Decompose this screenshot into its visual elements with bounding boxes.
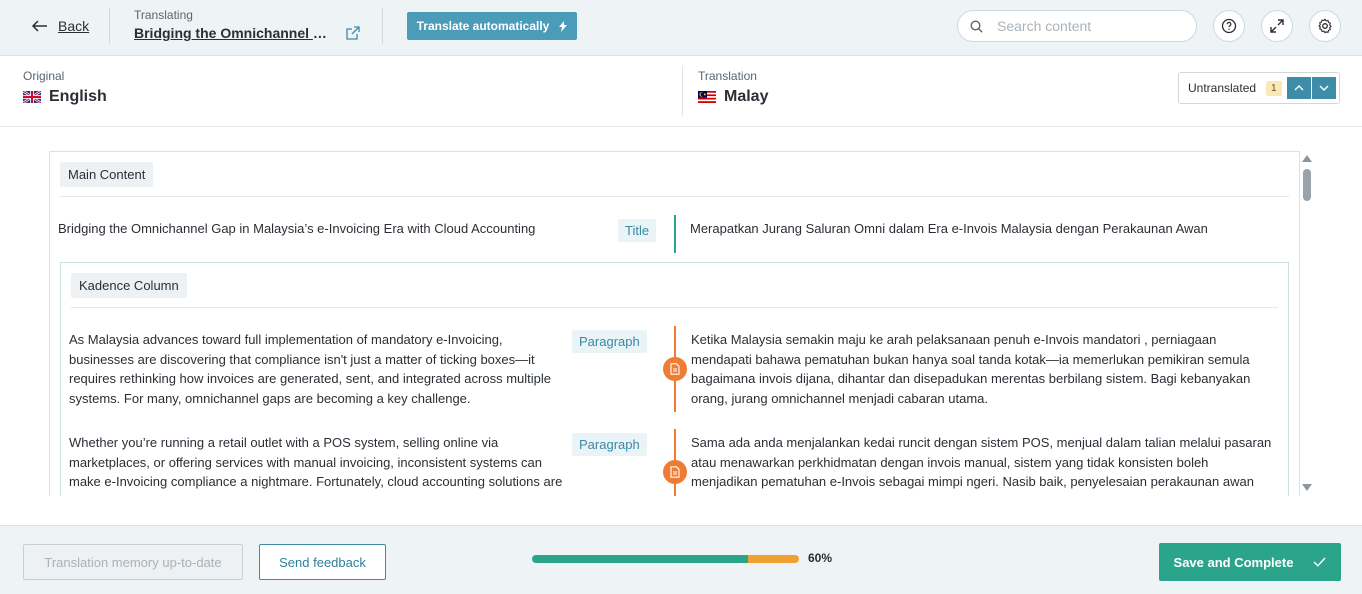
scroll-down-arrow[interactable] bbox=[1302, 484, 1312, 491]
footer-bar: Translation memory up-to-date Send feedb… bbox=[0, 525, 1362, 594]
divider bbox=[382, 8, 383, 44]
document-icon bbox=[670, 363, 680, 375]
chevron-up-icon bbox=[1294, 85, 1304, 91]
title-target-text[interactable]: Merapatkan Jurang Saluran Omni dalam Era… bbox=[690, 219, 1280, 239]
progress-percent: 60% bbox=[808, 551, 833, 565]
divider bbox=[60, 196, 1289, 197]
settings-button[interactable] bbox=[1309, 10, 1341, 42]
original-label: Original bbox=[23, 69, 65, 83]
divider bbox=[109, 8, 110, 44]
chevron-down-icon bbox=[1319, 85, 1329, 91]
progress-translated-fill bbox=[532, 555, 749, 563]
malaysia-flag-icon bbox=[698, 91, 716, 103]
translating-info: Translating Bridging the Omnichannel Gap… bbox=[134, 8, 360, 41]
help-icon bbox=[1221, 18, 1237, 34]
back-label: Back bbox=[58, 18, 90, 34]
document-icon bbox=[670, 466, 680, 478]
title-source-text: Bridging the Omnichannel Gap in Malaysia… bbox=[58, 221, 536, 236]
kadence-column-tag: Kadence Column bbox=[71, 273, 187, 298]
untranslated-filter[interactable]: Untranslated 1 bbox=[1178, 72, 1340, 104]
untranslated-count-badge: 1 bbox=[1266, 80, 1282, 96]
original-language-name: English bbox=[49, 88, 107, 105]
check-icon bbox=[1313, 557, 1326, 567]
search-input[interactable] bbox=[997, 18, 1177, 34]
translate-automatically-button[interactable]: Translate automatically bbox=[407, 12, 577, 40]
translation-language: Translation Malay bbox=[698, 69, 768, 106]
translating-label: Translating bbox=[134, 8, 193, 22]
untranslated-label: Untranslated bbox=[1188, 81, 1257, 95]
translated-status-bar bbox=[674, 215, 676, 253]
expand-icon bbox=[1270, 19, 1284, 33]
kadence-column-group: Kadence Column As Malaysia advances towa… bbox=[60, 262, 1289, 496]
save-and-complete-button[interactable]: Save and Complete bbox=[1159, 543, 1341, 581]
content-panel: Main Content Bridging the Omnichannel Ga… bbox=[49, 151, 1300, 496]
translation-language-name: Malay bbox=[724, 88, 769, 105]
translate-automatically-label: Translate automatically bbox=[416, 19, 550, 33]
progress-pending-fill bbox=[748, 555, 799, 563]
next-untranslated-button[interactable] bbox=[1312, 77, 1336, 99]
translation-memory-button[interactable]: Translation memory up-to-date bbox=[23, 544, 243, 580]
machine-translated-status[interactable] bbox=[663, 460, 687, 484]
send-feedback-button[interactable]: Send feedback bbox=[259, 544, 386, 580]
top-bar: Back Translating Bridging the Omnichanne… bbox=[0, 0, 1362, 56]
divider bbox=[71, 307, 1278, 308]
title-type-tag: Title bbox=[618, 219, 657, 242]
main-content-group-header: Main Content bbox=[60, 162, 154, 187]
original-language: Original English bbox=[23, 69, 107, 106]
external-link-icon[interactable] bbox=[346, 26, 360, 40]
scroll-up-arrow[interactable] bbox=[1302, 155, 1312, 162]
language-bar: Original English Translation Malay Untra… bbox=[0, 56, 1362, 127]
paragraph-type-tag: Paragraph bbox=[572, 433, 647, 456]
paragraph-target-text[interactable]: Ketika Malaysia semakin maju ke arah pel… bbox=[691, 330, 1276, 408]
uk-flag-icon bbox=[23, 91, 41, 103]
search-icon bbox=[970, 19, 983, 33]
search-box bbox=[957, 10, 1197, 42]
progress-bar bbox=[532, 555, 799, 563]
paragraph-source-text: As Malaysia advances toward full impleme… bbox=[69, 332, 551, 406]
gear-icon bbox=[1318, 18, 1332, 34]
paragraph-target-text[interactable]: Sama ada anda menjalankan kedai runcit d… bbox=[691, 433, 1276, 492]
help-button[interactable] bbox=[1213, 10, 1245, 42]
translation-label: Translation bbox=[698, 69, 757, 83]
lightning-icon bbox=[559, 20, 568, 32]
scrollbar-thumb[interactable] bbox=[1303, 169, 1311, 201]
main-content-tag: Main Content bbox=[60, 162, 154, 187]
paragraph-type-tag: Paragraph bbox=[572, 330, 647, 353]
paragraph-source-text: Whether you’re running a retail outlet w… bbox=[69, 435, 563, 489]
fullscreen-button[interactable] bbox=[1261, 10, 1293, 42]
save-and-complete-label: Save and Complete bbox=[1173, 554, 1294, 570]
kadence-column-group-header: Kadence Column bbox=[71, 273, 187, 298]
document-title-link[interactable]: Bridging the Omnichannel Gap in Malaysia… bbox=[134, 25, 328, 41]
back-link[interactable]: Back bbox=[30, 16, 89, 36]
arrow-left-icon bbox=[31, 20, 47, 32]
machine-translated-status[interactable] bbox=[663, 357, 687, 381]
previous-untranslated-button[interactable] bbox=[1287, 77, 1311, 99]
divider bbox=[682, 66, 683, 116]
